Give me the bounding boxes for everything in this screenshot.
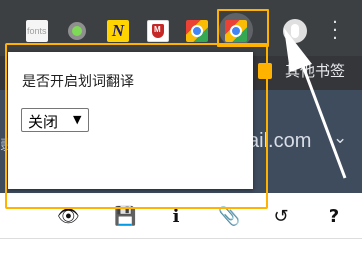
eye-icon[interactable]: 👁 [57,206,80,228]
browser-toolbar: fonts N ··· [0,0,362,56]
circle-extension-icon[interactable] [68,22,86,40]
translate-extension-icon[interactable] [186,20,208,42]
chevron-down-icon[interactable]: ⌄ [333,128,347,148]
n-extension-icon[interactable]: N [107,20,129,42]
folder-icon [258,63,272,79]
fonts-extension-icon[interactable]: fonts [26,20,48,42]
attachment-icon[interactable]: 📎 [218,206,240,228]
save-icon[interactable]: 💾 [114,206,136,228]
info-icon[interactable]: i [165,206,187,228]
translate-toggle-select[interactable]: 关闭 ▼ [21,108,89,132]
action-bar [0,193,362,271]
shield-extension-icon[interactable] [147,20,169,42]
action-bar-divider [0,238,362,239]
profile-avatar-icon[interactable] [283,19,307,43]
dropdown-arrow-icon: ▼ [73,113,82,126]
history-icon[interactable]: ↺ [270,206,292,228]
extension-highlight-box [217,9,269,47]
account-email[interactable]: ail.com [248,130,311,153]
other-bookmarks-label[interactable]: 其他书签 [285,60,345,81]
popup-question-label: 是否开启划词翻译 [22,74,134,90]
more-menu-icon[interactable]: · · · [330,14,340,48]
help-icon[interactable]: ? [323,206,345,228]
select-value: 关闭 [28,113,59,131]
